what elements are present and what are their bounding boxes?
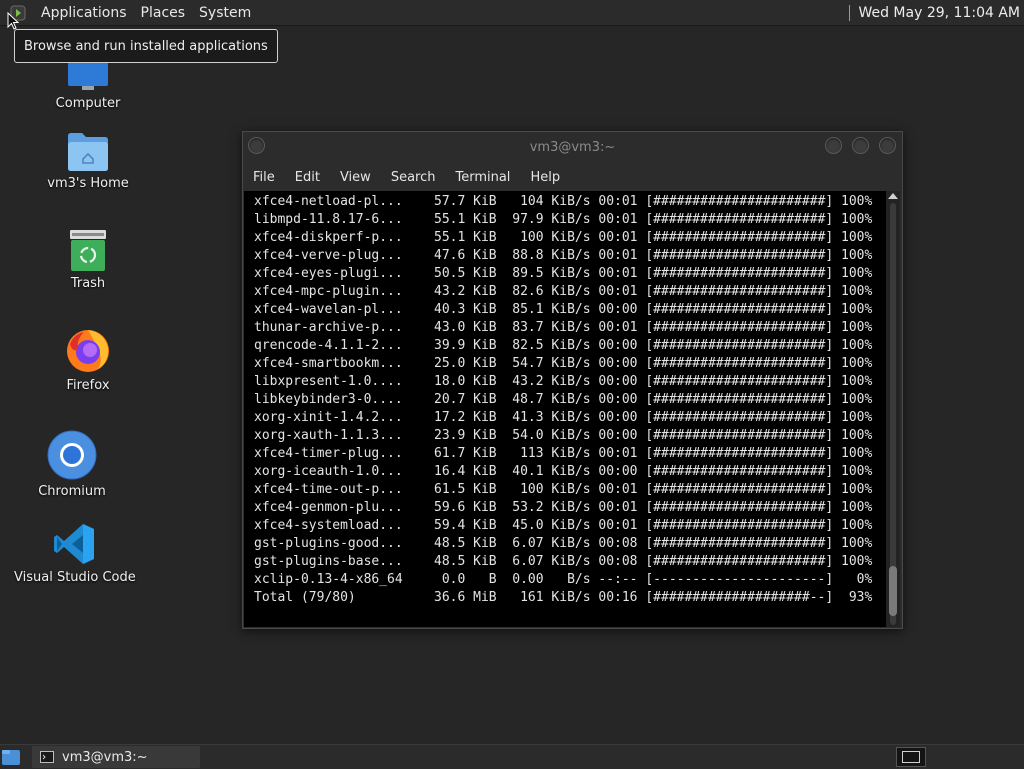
desktop-icon-label: vm3's Home [47,176,129,191]
show-desktop-icon[interactable] [1,748,21,766]
terminal-line: xfce4-netload-pl... 57.7 KiB 104 KiB/s 0… [254,194,873,209]
terminal-line: xfce4-verve-plug... 47.6 KiB 88.8 KiB/s … [254,248,873,263]
minimize-button[interactable] [825,137,842,154]
workspace-switcher[interactable] [896,747,926,767]
menu-file[interactable]: File [243,170,285,185]
scrollbar-thumb[interactable] [889,566,897,616]
scroll-up-arrow-icon[interactable] [888,193,898,199]
terminal-line: libxpresent-1.0.... 18.0 KiB 43.2 KiB/s … [254,374,873,389]
menu-search[interactable]: Search [381,170,446,185]
computer-icon [68,62,108,90]
desktop-icon-chromium[interactable]: Chromium [24,430,120,499]
menu-terminal[interactable]: Terminal [445,170,520,185]
menu-view[interactable]: View [330,170,381,185]
terminal-line: thunar-archive-p... 43.0 KiB 83.7 KiB/s … [254,320,873,335]
chromium-icon [47,430,97,480]
close-button[interactable] [879,137,896,154]
window-title: vm3@vm3:~ [529,140,616,155]
terminal-line: xfce4-diskperf-p... 55.1 KiB 100 KiB/s 0… [254,230,873,245]
terminal-menubar: File Edit View Search Terminal Help [243,164,902,190]
terminal-icon [40,751,54,763]
taskbar-terminal-label: vm3@vm3:~ [62,749,148,765]
terminal-line: xfce4-time-out-p... 61.5 KiB 100 KiB/s 0… [254,482,873,497]
desktop-icon-trash[interactable]: Trash [40,230,136,291]
terminal-line: xorg-xauth-1.1.3... 23.9 KiB 54.0 KiB/s … [254,428,873,443]
terminal-line: libmpd-11.8.17-6... 55.1 KiB 97.9 KiB/s … [254,212,873,227]
terminal-line: qrencode-4.1.1-2... 39.9 KiB 82.5 KiB/s … [254,338,873,353]
scrollbar-track[interactable] [890,203,896,625]
terminal-line: xorg-xinit-1.4.2... 17.2 KiB 41.3 KiB/s … [254,410,873,425]
terminal-line: xfce4-systemload... 59.4 KiB 45.0 KiB/s … [254,518,873,533]
desktop-icon-computer[interactable]: Computer [40,62,136,111]
desktop-icon-label: Computer [55,96,121,111]
system-menu[interactable]: System [192,5,258,21]
desktop-icon-home[interactable]: vm3's Home [40,132,136,191]
taskbar-terminal-button[interactable]: vm3@vm3:~ [32,746,200,768]
desktop-icon-label: Trash [70,276,106,291]
clock-area: Wed May 29, 11:04 AM [849,0,1024,25]
panel-separator [849,4,851,21]
terminal-line: Total (79/80) 36.6 MiB 161 KiB/s 00:16 [… [254,590,873,605]
desktop-icon-vscode[interactable]: Visual Studio Code [14,522,136,585]
terminal-line: xfce4-mpc-plugin... 43.2 KiB 82.6 KiB/s … [254,284,873,299]
terminal-line: xfce4-timer-plug... 61.7 KiB 113 KiB/s 0… [254,446,873,461]
applications-tooltip: Browse and run installed applications [14,29,278,63]
desktop-icon-label: Visual Studio Code [14,570,136,585]
terminal-line: xfce4-eyes-plugi... 50.5 KiB 89.5 KiB/s … [254,266,873,281]
desktop-icon-firefox[interactable]: Firefox [40,326,136,393]
top-panel: Applications Places System Wed May 29, 1… [0,0,1024,26]
trash-icon [70,230,106,271]
mouse-cursor-icon [7,12,19,30]
menu-help[interactable]: Help [520,170,570,185]
clock[interactable]: Wed May 29, 11:04 AM [858,5,1024,21]
desktop-icon-label: Chromium [38,484,106,499]
terminal-line: xorg-iceauth-1.0... 16.4 KiB 40.1 KiB/s … [254,464,873,479]
terminal-window: vm3@vm3:~ File Edit View Search Terminal… [242,131,903,629]
vscode-icon [54,524,94,564]
terminal-line: xfce4-genmon-plu... 59.6 KiB 53.2 KiB/s … [254,500,873,515]
applications-menu[interactable]: Applications [34,5,134,21]
terminal-output[interactable]: xfce4-netload-pl... 57.7 KiB 104 KiB/s 0… [244,191,886,627]
terminal-line: gst-plugins-good... 48.5 KiB 6.07 KiB/s … [254,536,873,551]
firefox-icon [67,330,109,372]
terminal-line: xclip-0.13-4-x86_64 0.0 B 0.00 B/s --:--… [254,572,873,587]
terminal-lines: xfce4-netload-pl... 57.7 KiB 104 KiB/s 0… [254,193,872,607]
window-titlebar[interactable]: vm3@vm3:~ [243,132,902,164]
workspace-window-thumbnail [902,751,920,763]
places-menu[interactable]: Places [134,5,193,21]
home-folder-icon [68,133,108,171]
terminal-line: gst-plugins-base... 48.5 KiB 6.07 KiB/s … [254,554,873,569]
terminal-line: libkeybinder3-0.... 20.7 KiB 48.7 KiB/s … [254,392,873,407]
maximize-button[interactable] [852,137,869,154]
bottom-panel: vm3@vm3:~ [0,744,1024,769]
menu-edit[interactable]: Edit [285,170,330,185]
terminal-scrollbar[interactable] [886,191,900,627]
terminal-line: xfce4-wavelan-pl... 40.3 KiB 85.1 KiB/s … [254,302,873,317]
terminal-line: xfce4-smartbookm... 25.0 KiB 54.7 KiB/s … [254,356,873,371]
desktop-icon-label: Firefox [66,378,110,393]
